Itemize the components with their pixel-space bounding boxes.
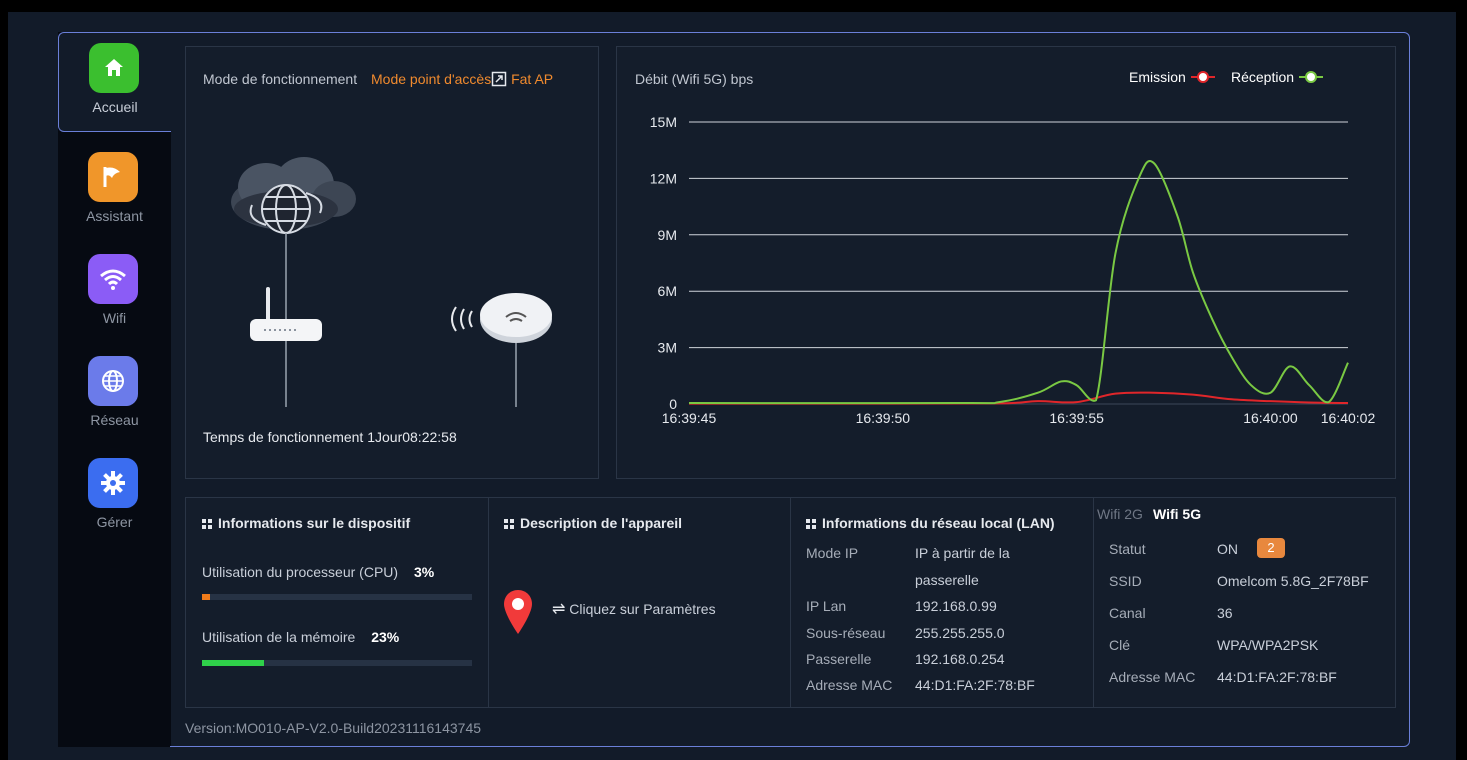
wifi-row: Clé	[1109, 637, 1131, 653]
wifi-row-value: WPA/WPA2PSK	[1217, 637, 1319, 653]
sidebar-item-label: Réseau	[90, 412, 139, 428]
sidebar-item-label: Wifi	[102, 310, 127, 326]
lan-row: Mode IP	[806, 545, 859, 561]
device-desc-title: Description de l'appareil	[520, 515, 683, 531]
grid-icon	[806, 519, 816, 529]
throughput-chart-panel: Débit (Wifi 5G) bps 15M 12M 9M 6M 3M 0 16:39:4…	[616, 46, 1396, 479]
lan-row: Adresse MAC	[806, 677, 893, 693]
device-info-section: Informations sur le dispositif	[202, 515, 410, 531]
wifi-row-value: 36	[1217, 605, 1233, 621]
lan-row: Passerelle	[806, 651, 872, 667]
settings-link-label: Cliquez sur Paramètres	[569, 601, 716, 617]
lan-row: IP Lan	[806, 598, 847, 614]
y-tick-label: 6M	[658, 283, 677, 299]
lan-row-value: passerelle	[915, 572, 979, 588]
wifi-row: Canal	[1109, 605, 1146, 621]
wifi-status-value: ON	[1217, 541, 1238, 557]
version-label: Version:MO010-AP-V2.0-Build2023111614374…	[185, 720, 482, 736]
settings-link[interactable]: ⇌ Cliquez sur Paramètres	[552, 599, 716, 619]
y-tick-label: 15M	[650, 114, 677, 130]
sidebar-item-label: Assistant	[86, 208, 143, 224]
flag-icon	[88, 152, 138, 202]
device-info-title: Informations sur le dispositif	[218, 515, 411, 531]
memory-progress-bar	[202, 660, 472, 666]
lan-row-value: 44:D1:FA:2F:78:BF	[915, 677, 1035, 693]
sidebar-item-label: Accueil	[92, 99, 138, 115]
x-tick-label: 16:40:00	[1243, 410, 1298, 426]
uptime-label: Temps de fonctionnement	[203, 429, 364, 445]
memory-label: Utilisation de la mémoire	[202, 629, 356, 645]
wifi-row: Adresse MAC	[1109, 669, 1196, 685]
throughput-chart: 15M12M9M6M3M016:39:45 16:39:50 16:39:55 16:…	[650, 69, 1376, 426]
memory-value: 23%	[371, 629, 400, 645]
cpu-label: Utilisation du processeur (CPU)	[202, 564, 399, 580]
device-desc-section: Description de l'appareil	[504, 515, 682, 531]
wifi-row: SSID	[1109, 573, 1142, 589]
tab-wifi-2g[interactable]: Wifi 2G	[1097, 506, 1143, 522]
info-panel: Informations sur le dispositif Utilisati…	[185, 497, 1396, 708]
y-tick-label: 9M	[658, 227, 677, 243]
swap-icon: ⇌	[552, 601, 566, 618]
series-line-reception	[688, 159, 1349, 405]
divider	[488, 498, 489, 707]
grid-icon	[202, 519, 212, 529]
sidebar-item-reseau[interactable]: Réseau	[58, 346, 171, 444]
fat-ap-label[interactable]: Fat AP	[511, 71, 553, 87]
x-tick-label: 16:39:50	[856, 410, 911, 426]
legend-label: Réception	[1231, 69, 1294, 85]
sidebar-item-label: Gérer	[96, 514, 133, 530]
wifi-icon	[88, 254, 138, 304]
network-topology-diagram	[231, 157, 552, 407]
cpu-value: 3%	[413, 564, 435, 580]
location-pin-icon	[504, 590, 532, 634]
tab-wifi-5g[interactable]: Wifi 5G	[1153, 506, 1201, 522]
grid-icon	[504, 519, 514, 529]
legend-marker	[1305, 71, 1317, 83]
wifi-row-value: 44:D1:FA:2F:78:BF	[1217, 669, 1337, 685]
lan-row-value: IP à partir de la	[915, 545, 1010, 561]
legend-marker	[1197, 71, 1209, 83]
wifi-row-value: Omelcom 5.8G_2F78BF	[1217, 573, 1369, 589]
cpu-progress-fill	[202, 594, 211, 600]
y-tick-label: 3M	[658, 340, 677, 356]
x-tick-label: 16:39:55	[1049, 410, 1104, 426]
lan-row-value: 255.255.255.0	[915, 625, 1005, 641]
x-tick-label: 16:40:02	[1321, 410, 1376, 426]
x-tick-label: 16:39:45	[662, 410, 717, 426]
divider	[790, 498, 791, 707]
sidebar-item-wifi[interactable]: Wifi	[58, 244, 171, 342]
divider	[1093, 498, 1094, 707]
access-point-icon	[451, 293, 552, 343]
external-link-icon[interactable]	[491, 71, 507, 90]
uptime-value: 1Jour08:22:58	[367, 429, 457, 445]
lan-section: Informations du réseau local (LAN)	[806, 515, 1055, 531]
sidebar: Accueil Assistant Wifi Réseau Gérer	[58, 32, 171, 747]
legend-label: Emission	[1129, 69, 1186, 85]
mode-value: Mode point d'accès	[371, 71, 492, 87]
mode-panel: Mode de fonctionnement Mode point d'accè…	[185, 46, 599, 479]
client-count-badge[interactable]: 2	[1257, 538, 1285, 558]
y-tick-label: 12M	[650, 170, 677, 186]
mode-label: Mode de fonctionnement	[203, 71, 358, 87]
sidebar-item-accueil[interactable]: Accueil	[58, 32, 171, 132]
lan-row-value: 192.168.0.254	[915, 651, 1005, 667]
lan-title: Informations du réseau local (LAN)	[822, 515, 1055, 531]
home-icon	[89, 43, 139, 93]
cpu-progress-bar	[202, 594, 472, 600]
sidebar-item-gerer[interactable]: Gérer	[58, 448, 171, 546]
wifi-status-label: Statut	[1109, 541, 1146, 557]
globe-icon	[88, 356, 138, 406]
memory-progress-fill	[202, 660, 265, 666]
sidebar-item-assistant[interactable]: Assistant	[58, 142, 171, 240]
lan-row-value: 192.168.0.99	[915, 598, 997, 614]
cloud-icon	[231, 157, 356, 234]
lan-row: Sous-réseau	[806, 625, 886, 641]
gear-icon	[88, 458, 138, 508]
